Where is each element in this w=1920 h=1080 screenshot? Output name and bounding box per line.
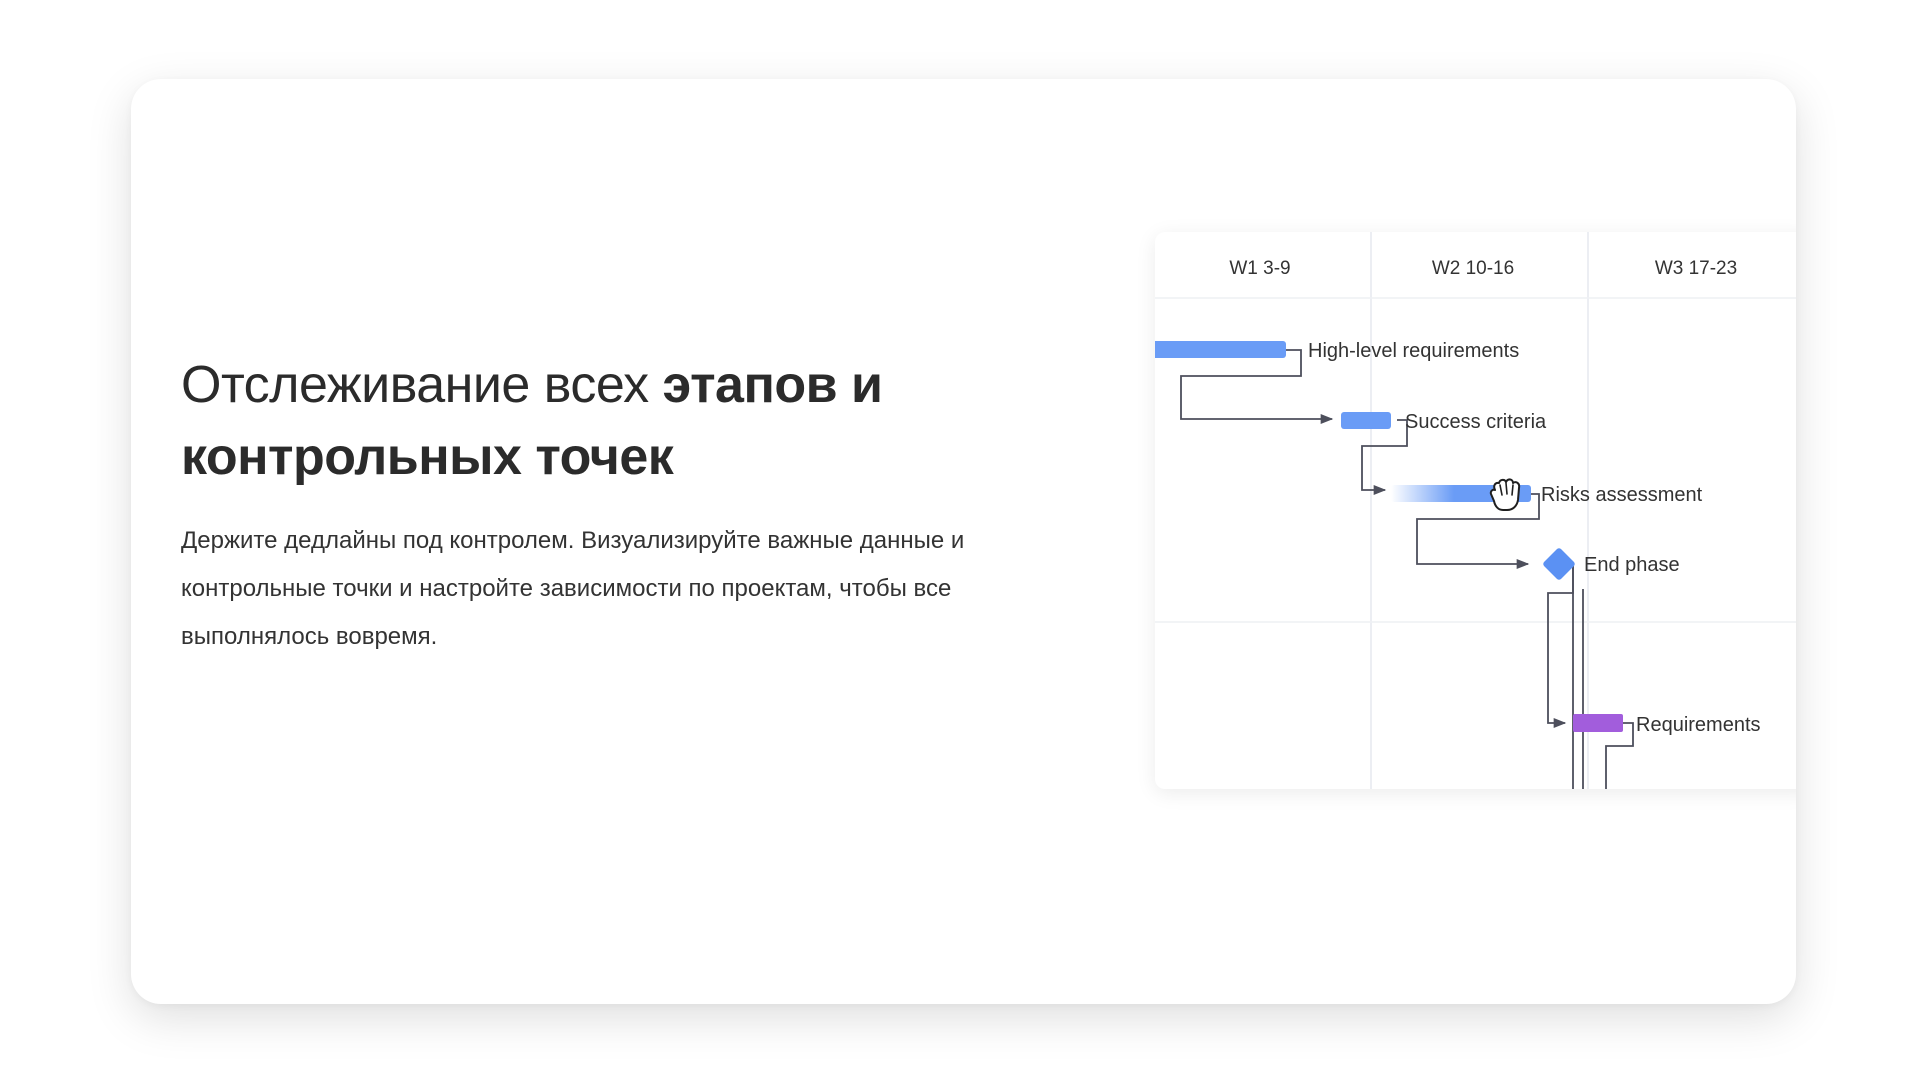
task-label-success-criteria: Success criteria: [1405, 411, 1547, 433]
task-bar-high-level-requirements[interactable]: [1155, 341, 1286, 358]
task-bar-requirements[interactable]: [1573, 714, 1623, 732]
headline-bold-1: этапов и: [662, 356, 883, 414]
feature-text: Отслеживание всех этапов и контрольных то…: [181, 349, 1081, 661]
task-label-requirements: Requirements: [1636, 714, 1761, 736]
task-label-high-level-requirements: High-level requirements: [1308, 340, 1519, 362]
task-bar-success-criteria[interactable]: [1341, 412, 1391, 429]
feature-description: Держите дедлайны под контролем. Визуализ…: [181, 527, 965, 650]
dependency-line: [1547, 563, 1574, 729]
task-label-end-phase: End phase: [1584, 554, 1680, 576]
headline-bold-2: контрольных точек: [181, 428, 674, 486]
dependency-line: [1564, 563, 1574, 789]
feature-card: Отслеживание всех этапов и контрольных то…: [131, 79, 1796, 1004]
dependency-line: [1605, 722, 1634, 789]
dependency-line: [1361, 419, 1408, 496]
headline-light: Отслеживание всех: [181, 356, 663, 414]
gantt-canvas: W1 3-9 W2 10-16 W3 17-23 High-level requ…: [1155, 232, 1796, 789]
column-header-w3: W3 17-23: [1655, 258, 1737, 279]
column-header-w1: W1 3-9: [1229, 258, 1290, 279]
milestone-end-phase[interactable]: [1542, 547, 1576, 581]
gantt-chart-preview: W1 3-9 W2 10-16 W3 17-23 High-level requ…: [1155, 232, 1796, 789]
hand-grab-cursor-icon: [1489, 478, 1521, 511]
task-label-risks-assessment: Risks assessment: [1541, 484, 1703, 506]
feature-headline: Отслеживание всех этапов и контрольных то…: [181, 349, 1081, 493]
column-header-w2: W2 10-16: [1432, 258, 1514, 279]
dependency-line: [1416, 493, 1540, 570]
